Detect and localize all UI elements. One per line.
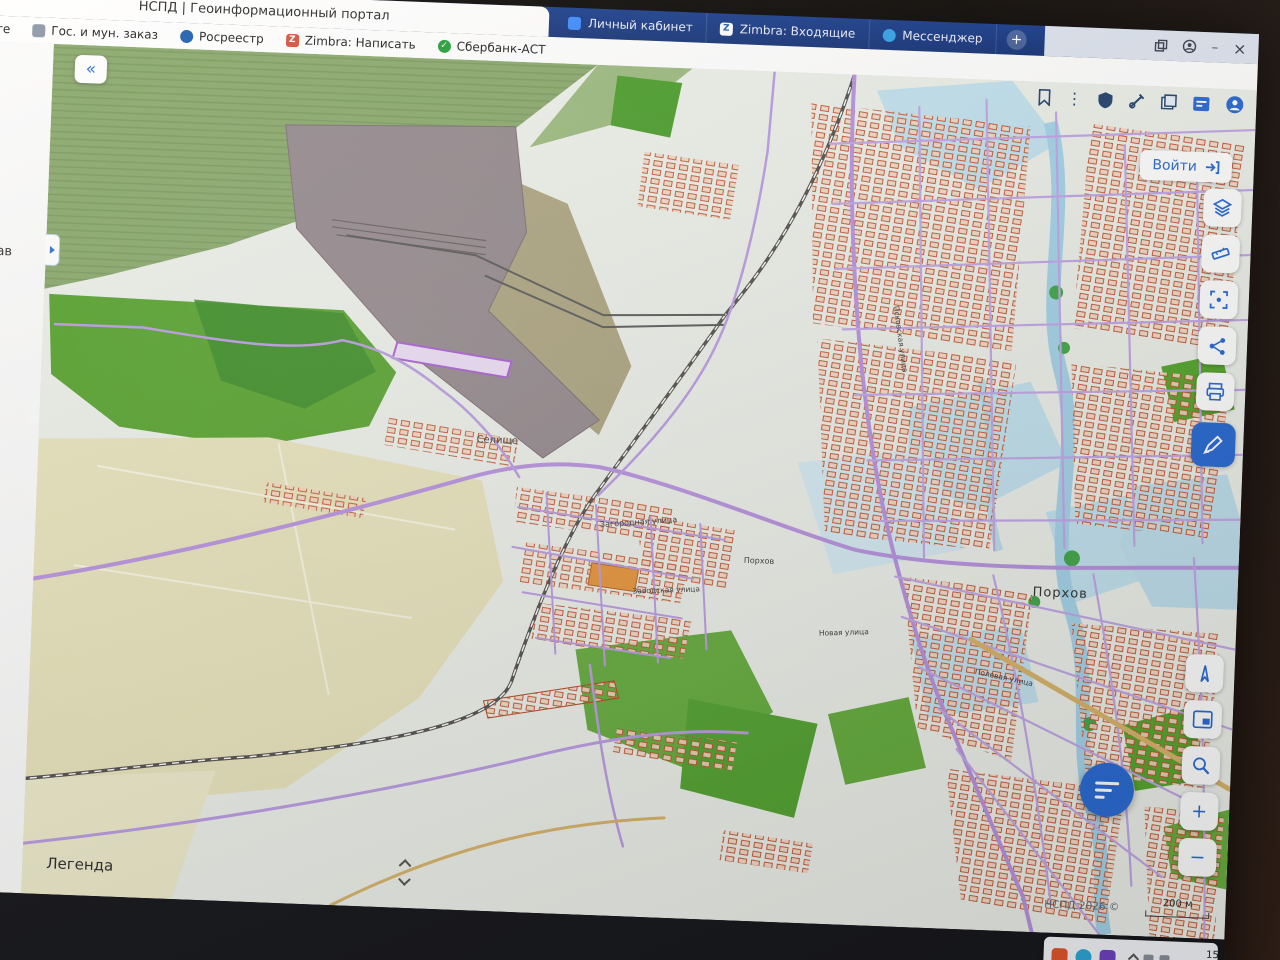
tray-chevron-icon xyxy=(1127,953,1140,960)
bookmark-gos-zakaz[interactable]: Гос. и мун. заказ xyxy=(32,23,158,42)
bookmark-rosreestr[interactable]: Росреестр xyxy=(179,29,265,46)
chevron-right-icon xyxy=(49,245,55,255)
profile-icon[interactable] xyxy=(1182,39,1197,54)
place-label: Порхов xyxy=(744,556,775,566)
place-label: Селище xyxy=(476,434,518,447)
zoom-out-button[interactable]: − xyxy=(1177,837,1218,878)
measure-button[interactable] xyxy=(1200,234,1241,274)
tools-icon[interactable] xyxy=(1128,92,1146,110)
login-label: Войти xyxy=(1152,157,1198,175)
tab-label: Zimbra: Входящие xyxy=(739,22,856,41)
bookmark-flag-icon[interactable] xyxy=(1037,88,1052,107)
share-button[interactable] xyxy=(1197,326,1237,366)
sidebar-collapse-button[interactable]: « xyxy=(74,54,108,84)
bookmark-label: Гос. и мун. заказ xyxy=(51,23,159,42)
map-canvas[interactable]: Селище Загородная улица Порхов Порхов За… xyxy=(21,43,1257,940)
taskbar-clock[interactable]: 15:15 01.04.2026 xyxy=(1177,948,1235,960)
print-button[interactable] xyxy=(1195,372,1236,412)
sberbank-check-icon: ✓ xyxy=(437,39,451,53)
windows-taskbar: 15:15 01.04.2026 xyxy=(1042,936,1235,960)
system-tray[interactable] xyxy=(1127,953,1170,960)
zimbra-favicon: Z xyxy=(719,21,733,36)
legend-label: Легенда xyxy=(45,854,114,875)
mini-map-button[interactable] xyxy=(1182,699,1223,740)
bookmark-vk[interactable]: акте xyxy=(0,20,11,36)
legend-toggle[interactable] xyxy=(398,859,412,886)
rosreestr-icon xyxy=(179,29,194,43)
map-area: Селище Загородная улица Порхов Порхов За… xyxy=(21,43,1257,940)
layers-button[interactable] xyxy=(1202,188,1243,228)
locate-button[interactable] xyxy=(1184,653,1225,694)
bookmark-zimbra-compose[interactable]: Z Zimbra: Написать xyxy=(285,33,416,52)
login-button[interactable]: Войти xyxy=(1139,149,1233,184)
tab-label: Личный кабинет xyxy=(587,16,694,35)
tray-icon xyxy=(1159,954,1170,960)
clock-time: 15:15 xyxy=(1205,949,1236,960)
town-label: Порхов xyxy=(1032,585,1088,602)
scale-label: 200 м xyxy=(1162,898,1193,911)
bookmark-label: акте xyxy=(0,21,11,37)
scale-bar: 200 м xyxy=(1145,897,1210,919)
map-sheets-icon[interactable] xyxy=(1160,93,1178,111)
close-button[interactable]: × xyxy=(1233,39,1247,59)
login-arrow-icon xyxy=(1205,161,1220,175)
tab-overview-icon[interactable] xyxy=(1154,39,1168,52)
taskbar-app-icon-2[interactable] xyxy=(1075,948,1092,960)
street-label: Новая улица xyxy=(819,627,869,638)
tray-icon xyxy=(1143,954,1154,960)
tab-label: Мессенджер xyxy=(902,28,983,46)
draw-tool-button-active[interactable] xyxy=(1190,421,1237,468)
search-area-button[interactable] xyxy=(1181,745,1221,786)
zoom-in-button[interactable]: + xyxy=(1179,791,1219,832)
zimbra-icon: Z xyxy=(285,33,299,47)
user-account-icon[interactable] xyxy=(1225,95,1245,115)
bookmark-label: Сбербанк-АСТ xyxy=(456,39,546,57)
page-title: НСПД | Геоинформационный портал xyxy=(138,0,390,24)
bookmark-label: Росреестр xyxy=(198,29,265,46)
minimize-button[interactable]: – xyxy=(1211,40,1218,55)
panel-expand-handle[interactable] xyxy=(44,233,61,267)
document-icon xyxy=(32,23,46,38)
photo-of-monitor: НСПД | Геоинформационный портал Личный к… xyxy=(0,0,1280,960)
service-card-icon[interactable] xyxy=(1192,95,1211,112)
extent-button[interactable] xyxy=(1199,280,1239,320)
bookmark-sberbank-ast[interactable]: ✓ Сбербанк-АСТ xyxy=(437,39,546,57)
monitor-screen: НСПД | Геоинформационный портал Личный к… xyxy=(0,0,1260,960)
panel-text-fragment: остав xyxy=(0,242,13,260)
messenger-favicon xyxy=(882,28,896,42)
taskbar-app-icon-3[interactable] xyxy=(1099,949,1116,960)
kebab-menu-icon[interactable]: ⋮ xyxy=(1066,89,1083,109)
personal-cabinet-favicon xyxy=(567,16,582,30)
taskbar-app-icon-1[interactable] xyxy=(1051,947,1068,960)
bookmark-label: Zimbra: Написать xyxy=(304,33,416,52)
shield-icon[interactable] xyxy=(1097,90,1114,109)
tab-messenger[interactable]: Мессенджер xyxy=(868,19,998,55)
new-tab-button[interactable]: + xyxy=(1006,29,1027,51)
